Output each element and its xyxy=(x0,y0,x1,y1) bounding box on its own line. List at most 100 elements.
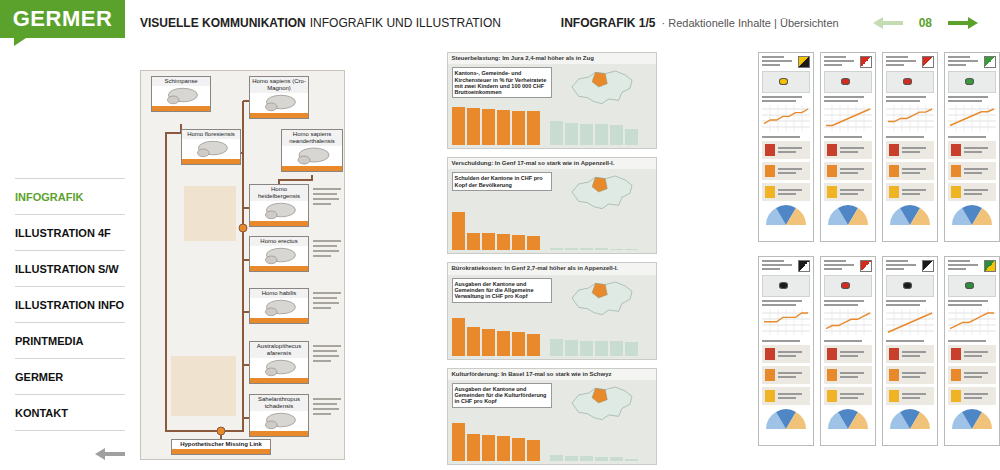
canton-map xyxy=(762,71,810,93)
nav-item[interactable]: INFOGRAFIK xyxy=(15,178,125,214)
pie-chart xyxy=(886,204,934,226)
nav-item[interactable]: KONTAKT xyxy=(15,394,125,430)
back-button[interactable] xyxy=(95,448,125,460)
canton-flag-icon xyxy=(984,56,996,68)
chart-caption: Ausgaben der Kantone und Gemeinden für d… xyxy=(452,383,552,408)
info-block xyxy=(948,141,996,159)
canton-card xyxy=(882,52,938,242)
chart-panel: Bürokratiekosten: In Genf 2,7-mal höher … xyxy=(447,262,657,359)
bar-highlight xyxy=(467,108,480,145)
info-block xyxy=(886,387,934,405)
bar-other xyxy=(580,248,593,250)
bar-other xyxy=(610,249,623,251)
canton-flag-icon xyxy=(798,260,810,272)
species-node: Schimpanse xyxy=(151,76,211,112)
node-label: Homo sapiens neanderthalensis xyxy=(282,130,342,146)
bar-highlight xyxy=(497,331,510,356)
bar-other xyxy=(610,125,623,145)
canton-flag-icon xyxy=(922,56,934,68)
canton-card xyxy=(944,52,1000,242)
node-label: Homo sapiens (Cro-Magnon) xyxy=(250,77,308,93)
bar-highlight xyxy=(467,434,480,461)
trend-chart xyxy=(948,105,996,133)
canton-flag-icon xyxy=(922,260,934,272)
nav-item[interactable]: ILLUSTRATION S/W xyxy=(15,250,125,286)
bar-other xyxy=(625,342,638,356)
info-block xyxy=(948,387,996,405)
evolution-diagram[interactable]: Schimpanse Homo sapiens (Cro-Magnon) Homo … xyxy=(140,70,345,460)
skull-icon xyxy=(250,298,308,318)
bar-highlight xyxy=(452,423,465,461)
chart-caption: Ausgaben der Kantone und Gemeinden für d… xyxy=(452,278,552,303)
chart-title: Verschuldung: In Genf 17-mal so stark wi… xyxy=(448,158,656,169)
trend-chart xyxy=(886,309,934,337)
species-node: Australopithecus afarensis xyxy=(249,341,309,384)
next-arrow-icon[interactable] xyxy=(948,17,978,29)
bar-highlight xyxy=(527,334,540,355)
root-node: Hypothetischer Missing Link xyxy=(171,439,271,455)
species-node: Sahelanthropus tchadensis xyxy=(249,394,309,437)
bar-chart xyxy=(448,212,656,253)
tax-charts[interactable]: Steuerbelastung: Im Jura 2,4-mal höher a… xyxy=(447,52,657,465)
switzerland-map-icon xyxy=(552,383,652,423)
bar-highlight xyxy=(452,318,465,356)
bar-other xyxy=(580,456,593,461)
skull-icon xyxy=(182,139,240,159)
bar-highlight xyxy=(512,332,525,355)
canton-map xyxy=(886,71,934,93)
bar-other xyxy=(565,248,578,250)
canton-spot xyxy=(779,282,788,289)
bar-other xyxy=(595,124,608,145)
chart-panel: Steuerbelastung: Im Jura 2,4-mal höher a… xyxy=(447,52,657,149)
node-band xyxy=(250,318,308,323)
pie-chart xyxy=(886,408,934,430)
back-arrow-icon[interactable] xyxy=(95,448,125,460)
trend-chart xyxy=(824,309,872,337)
node-band xyxy=(250,221,308,226)
nav-item[interactable]: ILLUSTRATION INFO xyxy=(15,286,125,322)
period-area xyxy=(184,186,236,241)
bar-other xyxy=(550,455,563,460)
canton-flag-icon xyxy=(984,260,996,272)
pie-chart xyxy=(762,408,810,430)
node-label: Sahelanthropus tchadensis xyxy=(250,395,308,411)
skull-icon xyxy=(250,93,308,113)
skull-icon xyxy=(250,246,308,266)
node-band xyxy=(152,106,210,111)
bar-highlight xyxy=(452,212,465,250)
bar-highlight xyxy=(482,435,495,461)
info-block xyxy=(948,345,996,363)
info-block xyxy=(824,345,872,363)
bar-other xyxy=(550,121,563,145)
info-block xyxy=(886,345,934,363)
canton-card xyxy=(944,256,1000,446)
species-node: Homo habilis xyxy=(249,288,309,324)
canton-spot xyxy=(779,78,788,85)
skull-icon xyxy=(250,358,308,378)
pie-chart xyxy=(824,408,872,430)
info-block xyxy=(886,183,934,201)
section-subtitle: · Redaktionelle Inhalte | Übersichten xyxy=(662,17,839,29)
bar-other xyxy=(595,457,608,461)
bar-highlight xyxy=(497,436,510,460)
node-band xyxy=(282,166,342,171)
logo[interactable]: GERMER xyxy=(0,0,125,38)
species-node: Homo sapiens neanderthalensis xyxy=(281,129,343,172)
nav-item[interactable]: GERMER xyxy=(15,358,125,394)
chart-caption: Kantons-, Gemeinde- und Kirchensteuer in… xyxy=(452,67,552,98)
info-block xyxy=(762,345,810,363)
canton-card xyxy=(882,256,938,446)
info-block xyxy=(948,183,996,201)
canton-map xyxy=(886,275,934,297)
canton-cards[interactable] xyxy=(758,52,1000,446)
chart-caption: Schulden der Kantone in CHF pro Kopf der… xyxy=(452,172,552,191)
nav-item[interactable]: PRINTMEDIA xyxy=(15,322,125,358)
trend-chart xyxy=(762,309,810,337)
bar-highlight xyxy=(482,329,495,355)
canton-map xyxy=(948,71,996,93)
pie-chart xyxy=(762,204,810,226)
nav-item[interactable]: ILLUSTRATION 4F xyxy=(15,214,125,250)
page: GERMERVISUELLE KOMMUNIKATIONINFOGRAFIK U… xyxy=(0,0,1000,470)
bar-other xyxy=(565,340,578,356)
prev-arrow-icon xyxy=(873,17,903,29)
